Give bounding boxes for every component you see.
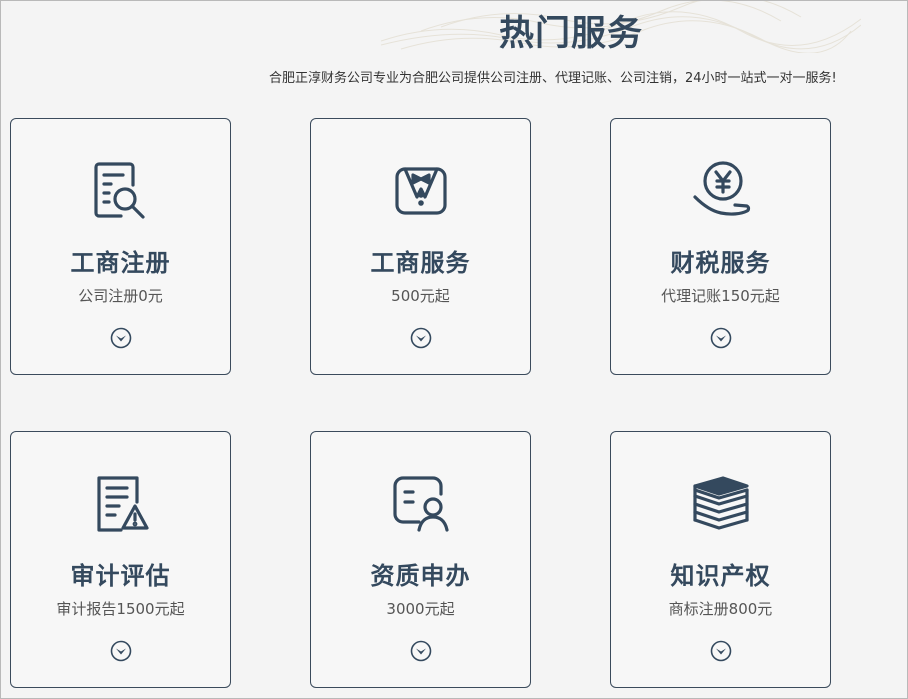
- card-title: 工商服务: [370, 249, 471, 277]
- card-title: 工商注册: [70, 249, 171, 277]
- card-description: 公司注册0元: [78, 287, 163, 305]
- chevron-down-icon[interactable]: [110, 327, 132, 349]
- service-card-business-services[interactable]: 工商服务 500元起: [310, 118, 531, 375]
- service-card-tax-services[interactable]: 财税服务 代理记账150元起: [610, 118, 831, 375]
- document-warning-icon: [89, 472, 153, 536]
- card-title: 资质申办: [370, 562, 471, 590]
- chevron-down-icon[interactable]: [710, 640, 732, 662]
- book-stack-icon: [689, 472, 753, 536]
- document-search-icon: [89, 159, 153, 223]
- card-title: 知识产权: [670, 562, 771, 590]
- card-title: 审计评估: [70, 562, 171, 590]
- chevron-down-icon[interactable]: [410, 327, 432, 349]
- card-description: 代理记账150元起: [661, 287, 780, 305]
- page-frame: 热门服务 合肥正淳财务公司专业为合肥公司提供公司注册、代理记账、公司注销，24小…: [0, 0, 908, 699]
- card-description: 审计报告1500元起: [56, 600, 185, 618]
- service-card-intellectual-property[interactable]: 知识产权 商标注册800元: [610, 431, 831, 688]
- card-description: 3000元起: [386, 600, 455, 618]
- service-card-audit-assessment[interactable]: 审计评估 审计报告1500元起: [10, 431, 231, 688]
- chevron-down-icon[interactable]: [710, 327, 732, 349]
- chevron-down-icon[interactable]: [110, 640, 132, 662]
- yen-hand-icon: [689, 159, 753, 223]
- card-description: 500元起: [391, 287, 450, 305]
- section-title: 热门服务: [498, 14, 643, 54]
- service-card-business-registration[interactable]: 工商注册 公司注册0元: [10, 118, 231, 375]
- suit-bowtie-icon: [389, 159, 453, 223]
- chevron-down-icon[interactable]: [410, 640, 432, 662]
- section-subtitle: 合肥正淳财务公司专业为合肥公司提供公司注册、代理记账、公司注销，24小时一站式一…: [269, 71, 837, 86]
- card-title: 财税服务: [670, 249, 771, 277]
- card-description: 商标注册800元: [668, 600, 773, 618]
- service-card-qualification[interactable]: 资质申办 3000元起: [310, 431, 531, 688]
- certificate-person-icon: [389, 472, 453, 536]
